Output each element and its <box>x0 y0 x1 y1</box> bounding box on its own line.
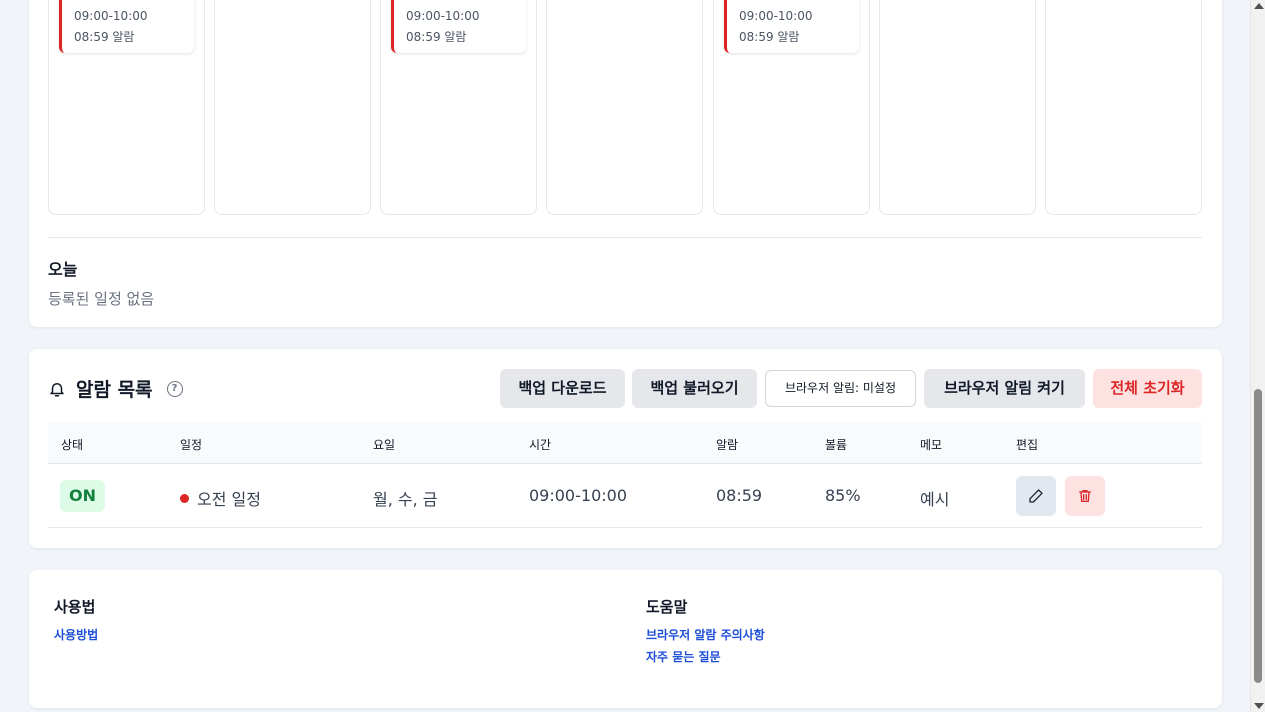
help-card: 사용법 사용방법 도움말 브라우저 알람 주의사항 자주 묻는 질문 <box>29 570 1222 708</box>
column-header-memo: 메모 <box>920 438 943 452</box>
help-icon[interactable]: ? <box>166 380 183 397</box>
usage-link[interactable]: 사용방법 <box>54 626 98 643</box>
edit-button[interactable] <box>1016 476 1056 516</box>
browser-notification-status[interactable]: 브라우저 알림: 미설정 <box>765 370 916 407</box>
day-column[interactable]: 09:00-10:00 08:59 알람 <box>713 0 870 215</box>
backup-download-button[interactable]: 백업 다운로드 <box>500 369 625 408</box>
table-header: 상태 일정 요일 시간 알람 볼륨 메모 편집 <box>48 422 1202 464</box>
schedule-cell: 오전 일정 <box>180 486 261 510</box>
column-header-alarm: 알람 <box>716 438 739 452</box>
backup-load-button[interactable]: 백업 불러오기 <box>632 369 757 408</box>
event-card[interactable]: 09:00-10:00 08:59 알람 <box>59 0 194 53</box>
memo-cell: 예시 <box>920 490 950 509</box>
volume-cell: 85% <box>825 486 861 505</box>
alarm-list-title: 알람 목록 <box>76 379 153 401</box>
scroll-up-arrow-icon[interactable] <box>1254 3 1264 9</box>
browser-notification-enable-button[interactable]: 브라우저 알림 켜기 <box>924 369 1085 408</box>
day-column[interactable]: 09:00-10:00 08:59 알람 <box>48 0 205 215</box>
event-time: 09:00-10:00 <box>406 9 480 23</box>
today-title: 오늘 <box>48 260 78 279</box>
event-card[interactable]: 09:00-10:00 08:59 알람 <box>391 0 526 53</box>
event-card[interactable]: 09:00-10:00 08:59 알람 <box>724 0 859 53</box>
event-alarm: 08:59 알람 <box>739 30 800 44</box>
today-empty-text: 등록된 일정 없음 <box>48 290 155 308</box>
day-column[interactable] <box>214 0 371 215</box>
status-badge[interactable]: ON <box>60 480 105 512</box>
vertical-scrollbar[interactable] <box>1250 0 1265 712</box>
day-column[interactable] <box>1045 0 1202 215</box>
alarm-list-header: 알람 목록 ? <box>48 375 183 402</box>
alarm-list-card: 알람 목록 ? 백업 다운로드 백업 불러오기 브라우저 알림: 미설정 브라우… <box>29 349 1222 548</box>
table-row: ON 오전 일정 월, 수, 금 09:00-10:00 08:59 85% 예… <box>48 464 1202 528</box>
scroll-down-arrow-icon[interactable] <box>1254 703 1264 709</box>
time-cell: 09:00-10:00 <box>529 486 627 505</box>
day-column[interactable]: 09:00-10:00 08:59 알람 <box>380 0 537 215</box>
column-header-time: 시간 <box>529 438 552 452</box>
schedule-name: 오전 일정 <box>197 490 261 509</box>
faq-link[interactable]: 자주 묻는 질문 <box>646 648 721 665</box>
color-dot-icon <box>180 494 189 503</box>
browser-alarm-notes-link[interactable]: 브라우저 알람 주의사항 <box>646 626 765 643</box>
event-alarm: 08:59 알람 <box>406 30 467 44</box>
day-column[interactable] <box>546 0 703 215</box>
column-header-edit: 편집 <box>1016 438 1039 452</box>
column-header-schedule: 일정 <box>180 438 203 452</box>
column-header-status: 상태 <box>61 438 84 452</box>
reset-all-button[interactable]: 전체 초기화 <box>1093 369 1202 408</box>
days-cell: 월, 수, 금 <box>373 490 438 509</box>
weekly-calendar-card: 09:00-10:00 08:59 알람 09:00-10:00 08:59 알… <box>29 0 1222 327</box>
help-title: 도움말 <box>646 598 688 616</box>
divider <box>48 237 1202 238</box>
bell-icon <box>50 382 64 396</box>
scrollbar-thumb[interactable] <box>1254 389 1262 683</box>
event-time: 09:00-10:00 <box>74 9 148 23</box>
pencil-icon <box>1029 489 1043 503</box>
column-header-volume: 볼륨 <box>825 438 848 452</box>
event-alarm: 08:59 알람 <box>74 30 135 44</box>
trash-icon <box>1079 490 1091 502</box>
event-time: 09:00-10:00 <box>739 9 813 23</box>
day-column[interactable] <box>879 0 1036 215</box>
usage-title: 사용법 <box>54 598 96 616</box>
delete-button[interactable] <box>1065 476 1105 516</box>
alarm-cell: 08:59 <box>716 486 763 505</box>
column-header-days: 요일 <box>373 438 396 452</box>
